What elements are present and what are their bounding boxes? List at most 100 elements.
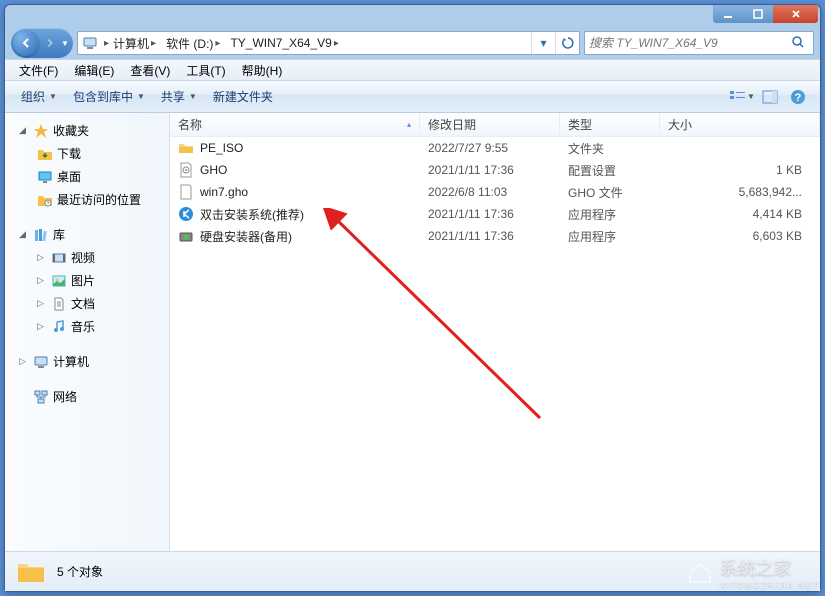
- file-name: PE_ISO: [200, 141, 243, 155]
- collapse-icon: ▷: [37, 275, 47, 286]
- help-button[interactable]: ?: [784, 85, 812, 109]
- sidebar-item-label: 最近访问的位置: [57, 191, 141, 208]
- view-mode-button[interactable]: ▼: [728, 85, 756, 109]
- recent-icon: [37, 192, 53, 208]
- preview-pane-button[interactable]: [756, 85, 784, 109]
- sidebar-item-documents[interactable]: ▷ 文档: [5, 292, 169, 315]
- close-button[interactable]: [773, 5, 818, 23]
- library-icon: [33, 227, 49, 243]
- sidebar-favorites-label: 收藏夹: [53, 122, 89, 139]
- sidebar-computer[interactable]: ▷ 计算机: [5, 350, 169, 373]
- file-date: 2021/1/11 17:36: [420, 229, 560, 243]
- content-area: ◢ 收藏夹 下载 桌面 最近访问的位置: [5, 113, 820, 551]
- file-row[interactable]: win7.gho2022/6/8 11:03GHO 文件5,683,942...: [170, 181, 820, 203]
- nav-history-dropdown[interactable]: ▼: [61, 39, 71, 48]
- file-row[interactable]: PE_ISO 2022/7/27 9:55文件夹: [170, 137, 820, 159]
- forward-button[interactable]: [39, 32, 61, 54]
- sidebar-network-label: 网络: [53, 388, 77, 405]
- sidebar-favorites[interactable]: ◢ 收藏夹: [5, 119, 169, 142]
- new-folder-button[interactable]: 新建文件夹: [205, 84, 281, 109]
- back-button[interactable]: [13, 30, 39, 56]
- breadcrumb-bar[interactable]: ▸ 计算机▸ 软件 (D:)▸ TY_WIN7_X64_V9▸ ▾: [77, 31, 580, 55]
- file-icon: [178, 140, 194, 156]
- sidebar-item-label: 桌面: [57, 168, 81, 185]
- menubar: 文件(F) 编辑(E) 查看(V) 工具(T) 帮助(H): [5, 59, 820, 81]
- file-row[interactable]: 硬盘安装器(备用) 2021/1/11 17:36应用程序6,603 KB: [170, 225, 820, 247]
- desktop-icon: [37, 169, 53, 185]
- menu-tools[interactable]: 工具(T): [178, 60, 233, 81]
- sidebar-network[interactable]: 网络: [5, 385, 169, 408]
- breadcrumb-drive[interactable]: 软件 (D:)▸: [162, 32, 226, 54]
- file-list: 名称▴ 修改日期 类型 大小 PE_ISO 2022/7/27 9:55文件夹 GH…: [170, 113, 820, 551]
- collapse-icon: ▷: [19, 356, 29, 367]
- video-icon: [51, 250, 67, 266]
- file-name: GHO: [200, 163, 227, 177]
- file-size: 4,414 KB: [660, 207, 820, 221]
- sidebar-item-music[interactable]: ▷ 音乐: [5, 315, 169, 338]
- computer-icon: [82, 35, 98, 51]
- pictures-icon: [51, 273, 67, 289]
- file-icon: [178, 228, 194, 244]
- folder-icon: [15, 556, 47, 588]
- file-size: 1 KB: [660, 163, 820, 177]
- music-icon: [51, 319, 67, 335]
- file-type: 配置设置: [560, 162, 660, 179]
- file-name: win7.gho: [200, 185, 248, 199]
- file-row[interactable]: 双击安装系统(推荐)2021/1/11 17:36应用程序4,414 KB: [170, 203, 820, 225]
- menu-file[interactable]: 文件(F): [11, 60, 66, 81]
- col-size[interactable]: 大小: [660, 113, 820, 136]
- sidebar-libraries[interactable]: ◢ 库: [5, 223, 169, 246]
- col-name[interactable]: 名称▴: [170, 113, 420, 136]
- file-icon: [178, 206, 194, 222]
- watermark: 系统之家 XITONGZHIJIA.NET: [686, 554, 819, 590]
- col-date[interactable]: 修改日期: [420, 113, 560, 136]
- search-input[interactable]: [589, 36, 791, 50]
- menu-view[interactable]: 查看(V): [122, 60, 178, 81]
- search-box[interactable]: [584, 31, 814, 55]
- file-date: 2022/7/27 9:55: [420, 141, 560, 155]
- collapse-icon: ▷: [37, 321, 47, 332]
- minimize-button[interactable]: [713, 5, 743, 23]
- file-icon: [178, 184, 194, 200]
- include-library-button[interactable]: 包含到库中 ▼: [65, 84, 153, 109]
- maximize-button[interactable]: [743, 5, 773, 23]
- breadcrumb-folder[interactable]: TY_WIN7_X64_V9▸: [226, 32, 344, 54]
- sidebar-item-pictures[interactable]: ▷ 图片: [5, 269, 169, 292]
- share-button[interactable]: 共享 ▼: [153, 84, 205, 109]
- window-controls: [713, 5, 818, 23]
- sidebar-libraries-label: 库: [53, 226, 65, 243]
- file-icon: [178, 162, 194, 178]
- network-icon: [33, 389, 49, 405]
- search-icon: [791, 35, 805, 52]
- sidebar-item-label: 图片: [71, 272, 95, 289]
- menu-edit[interactable]: 编辑(E): [66, 60, 122, 81]
- file-type: 应用程序: [560, 206, 660, 223]
- collapse-icon: ▷: [37, 252, 47, 263]
- sidebar-item-recent[interactable]: 最近访问的位置: [5, 188, 169, 211]
- file-type: 文件夹: [560, 140, 660, 157]
- menu-help[interactable]: 帮助(H): [234, 60, 291, 81]
- file-name: 硬盘安装器(备用): [200, 228, 292, 245]
- sidebar-item-label: 音乐: [71, 318, 95, 335]
- file-date: 2022/6/8 11:03: [420, 185, 560, 199]
- documents-icon: [51, 296, 67, 312]
- organize-button[interactable]: 组织 ▼: [13, 84, 65, 109]
- sidebar-item-videos[interactable]: ▷ 视频: [5, 246, 169, 269]
- expand-icon: ◢: [19, 229, 29, 240]
- file-date: 2021/1/11 17:36: [420, 163, 560, 177]
- sidebar-item-label: 文档: [71, 295, 95, 312]
- sidebar-item-desktop[interactable]: 桌面: [5, 165, 169, 188]
- column-headers: 名称▴ 修改日期 类型 大小: [170, 113, 820, 137]
- refresh-button[interactable]: [555, 32, 579, 54]
- address-dropdown[interactable]: ▾: [531, 32, 555, 54]
- breadcrumb-computer[interactable]: 计算机▸: [109, 32, 162, 54]
- file-size: 6,603 KB: [660, 229, 820, 243]
- expand-icon: ◢: [19, 125, 29, 136]
- toolbar: 组织 ▼ 包含到库中 ▼ 共享 ▼ 新建文件夹 ▼ ?: [5, 81, 820, 113]
- col-type[interactable]: 类型: [560, 113, 660, 136]
- sidebar-item-downloads[interactable]: 下载: [5, 142, 169, 165]
- file-row[interactable]: GHO 2021/1/11 17:36配置设置1 KB: [170, 159, 820, 181]
- nav-arrows: ▼: [11, 28, 73, 58]
- file-type: 应用程序: [560, 228, 660, 245]
- sidebar-item-label: 视频: [71, 249, 95, 266]
